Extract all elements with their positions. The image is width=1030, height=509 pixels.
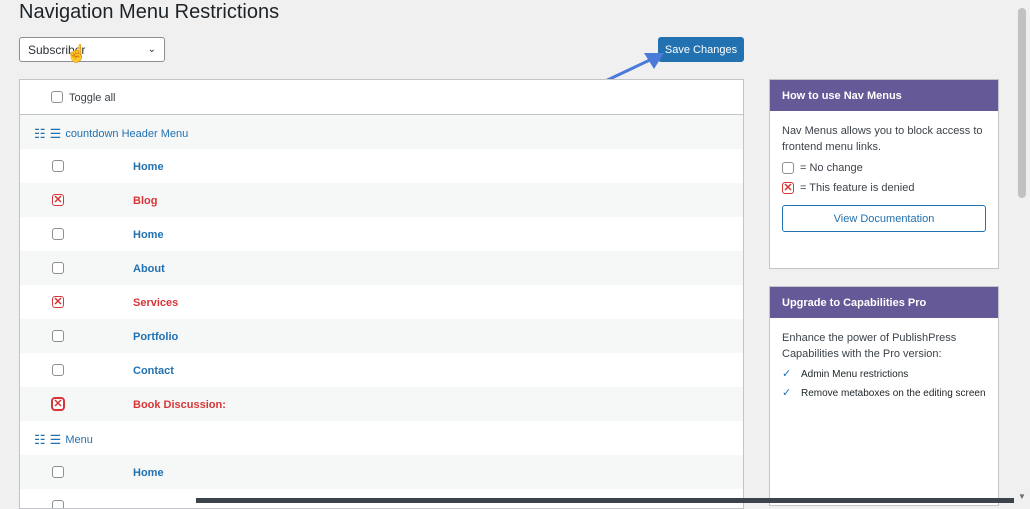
page-scrollbar[interactable]: ▼ [1014, 0, 1030, 503]
menu-lines-icon: ☰ [49, 126, 62, 141]
table-list-icon: ☷ [34, 432, 46, 447]
menu-item-row: ✕ Book Discussion: [20, 387, 743, 421]
menu-item-label[interactable]: Home [133, 229, 164, 241]
table-list-icon: ☷ [34, 126, 46, 141]
menu-item-row: ✕ Blog [20, 183, 743, 217]
check-icon: ✓ [782, 387, 792, 399]
role-select[interactable]: Subscriber ⌄ [19, 37, 165, 62]
menu-item-label[interactable]: Book Discussion: [133, 399, 226, 411]
menu-name[interactable]: countdown Header Menu [65, 128, 188, 140]
toggle-all-label: Toggle all [69, 92, 116, 104]
check-icon: ✓ [782, 368, 792, 380]
menu-item-label[interactable]: Blog [133, 195, 157, 207]
x-icon[interactable]: ✕ [52, 194, 64, 206]
save-changes-button[interactable]: Save Changes [658, 37, 744, 62]
menu-item-row: Home [20, 455, 743, 489]
menu-item-label[interactable]: Home [133, 161, 164, 173]
menu-lines-icon: ☰ [49, 432, 62, 447]
item-checkbox[interactable] [52, 330, 64, 342]
menu-item-row: Portfolio [20, 319, 743, 353]
chevron-down-icon: ⌄ [147, 44, 156, 55]
menu-item-row: Home [20, 217, 743, 251]
page-title: Navigation Menu Restrictions [19, 1, 280, 23]
menu-item-row: Contact [20, 353, 743, 387]
toggle-all-checkbox[interactable] [51, 91, 63, 103]
view-documentation-button[interactable]: View Documentation [782, 205, 986, 232]
menu-item-label[interactable]: Contact [133, 365, 174, 377]
checkbox-icon [782, 162, 794, 174]
item-checkbox[interactable] [52, 500, 64, 508]
menu-item-label[interactable]: Portfolio [133, 331, 178, 343]
x-icon[interactable]: ✕ [51, 397, 65, 411]
item-checkbox[interactable] [52, 262, 64, 274]
pro-box-description: Enhance the power of PublishPress Capabi… [782, 332, 957, 360]
nav-menu-table: Toggle all ☷ ☰ countdown Header Menu Hom… [19, 79, 744, 509]
pro-box: Upgrade to Capabilities Pro Enhance the … [769, 286, 999, 506]
menu-header-row: ☷ ☰ countdown Header Menu [20, 115, 743, 149]
item-checkbox[interactable] [52, 228, 64, 240]
menu-header-row: ☷ ☰ Menu [20, 421, 743, 455]
menu-item-label[interactable]: About [133, 263, 165, 275]
menu-item-row: About [20, 251, 743, 285]
menu-item-label[interactable]: Services [133, 297, 178, 309]
pro-box-title: Upgrade to Capabilities Pro [770, 287, 998, 318]
menu-item-row: ✕ Services [20, 285, 743, 319]
scrollbar-thumb[interactable] [1018, 8, 1026, 198]
menu-name[interactable]: Menu [65, 434, 93, 446]
bottom-bar [196, 498, 1030, 503]
item-checkbox[interactable] [52, 466, 64, 478]
menu-item-row: Home [20, 149, 743, 183]
legend-no-change: = No change [782, 161, 986, 175]
help-box-title: How to use Nav Menus [770, 80, 998, 111]
x-icon[interactable]: ✕ [52, 296, 64, 308]
item-checkbox[interactable] [52, 160, 64, 172]
legend-denied: ✕ = This feature is denied [782, 181, 986, 195]
feature-item: ✓ Remove metaboxes on the editing screen [782, 387, 986, 400]
hand-pointer-icon: ☝ [66, 44, 88, 63]
feature-item: ✓ Admin Menu restrictions [782, 368, 986, 381]
feature-label: Remove metaboxes on the editing screen [801, 388, 986, 399]
item-checkbox[interactable] [52, 364, 64, 376]
feature-label: Admin Menu restrictions [801, 369, 909, 380]
help-box: How to use Nav Menus Nav Menus allows yo… [769, 79, 999, 269]
legend-denied-label: = This feature is denied [800, 182, 915, 194]
help-box-description: Nav Menus allows you to block access to … [782, 125, 983, 153]
x-icon: ✕ [782, 182, 794, 194]
toggle-all-row: Toggle all [20, 80, 743, 115]
menu-item-label[interactable]: Home [133, 467, 164, 479]
legend-no-change-label: = No change [800, 162, 863, 174]
scroll-down-icon[interactable]: ▼ [1018, 492, 1026, 501]
